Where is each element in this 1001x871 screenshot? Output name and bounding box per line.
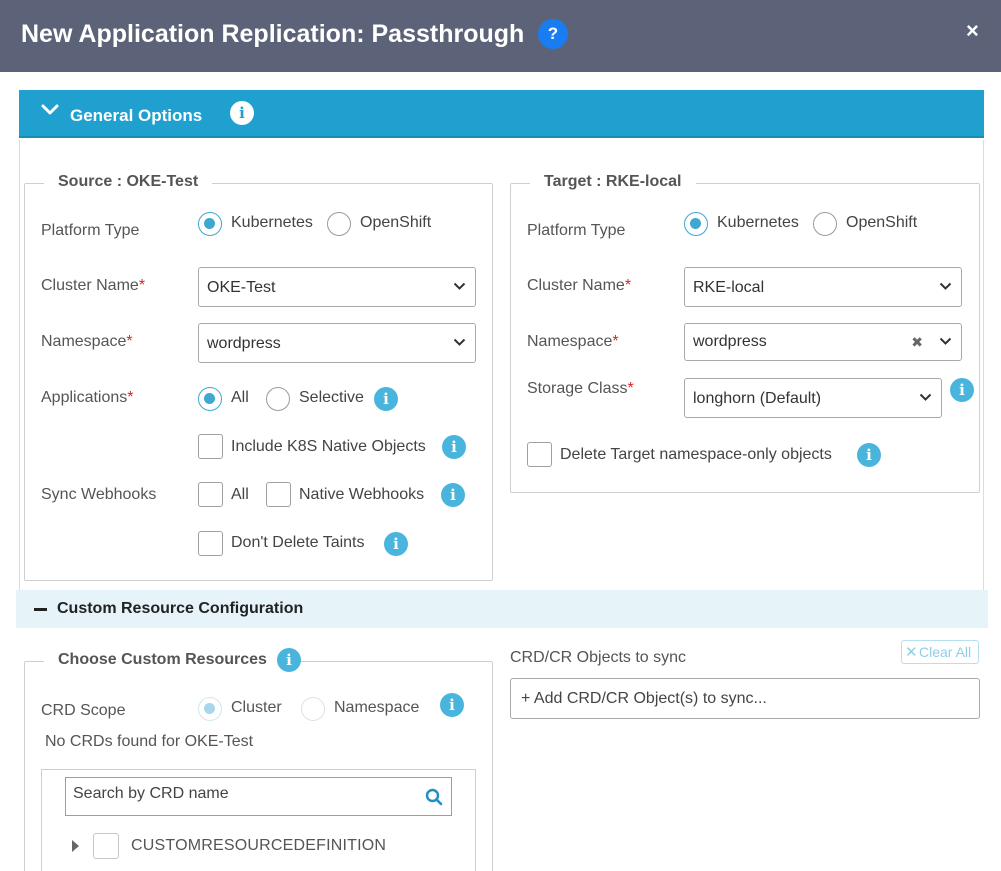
- applications-selective-label: Selective: [299, 389, 364, 406]
- close-icon[interactable]: ×: [966, 18, 979, 44]
- storage-class-label: Storage Class*: [527, 380, 634, 397]
- search-icon[interactable]: [425, 788, 443, 806]
- dont-delete-taints-checkbox[interactable]: [198, 531, 223, 556]
- chevron-down-icon: [41, 104, 59, 115]
- tree-item-checkbox[interactable]: [93, 833, 119, 859]
- source-cluster-name-label: Cluster Name*: [41, 277, 146, 294]
- crd-scope-cluster-label: Cluster: [231, 699, 282, 716]
- info-icon[interactable]: i: [440, 693, 464, 717]
- source-cluster-name-value: OKE-Test: [207, 279, 276, 296]
- source-applications-label: Applications*: [41, 389, 134, 406]
- chevron-down-icon: [453, 282, 466, 290]
- source-namespace-value: wordpress: [207, 335, 281, 352]
- general-options-title: General Options: [70, 106, 203, 125]
- info-icon[interactable]: i: [857, 443, 881, 467]
- storage-class-select[interactable]: longhorn (Default): [684, 378, 942, 418]
- target-platform-kubernetes-radio[interactable]: [684, 212, 708, 236]
- chevron-down-icon: [939, 337, 952, 345]
- source-platform-type-label: Platform Type: [41, 222, 140, 239]
- info-icon[interactable]: i: [277, 648, 301, 672]
- target-platform-type-label: Platform Type: [527, 222, 626, 239]
- target-namespace-select[interactable]: wordpress ✖: [684, 323, 962, 361]
- dialog-title: New Application Replication: Passthrough: [21, 20, 525, 48]
- crd-scope-label: CRD Scope: [41, 702, 126, 719]
- info-icon[interactable]: i: [374, 387, 398, 411]
- no-crds-message: No CRDs found for OKE-Test: [45, 733, 254, 750]
- crd-search-input[interactable]: Search by CRD name: [65, 777, 452, 816]
- help-icon[interactable]: ?: [538, 19, 568, 49]
- sync-webhooks-all-checkbox[interactable]: [198, 482, 223, 507]
- chevron-down-icon: [939, 282, 952, 290]
- crd-search-placeholder: Search by CRD name: [73, 785, 229, 802]
- sync-webhooks-all-label: All: [231, 486, 249, 503]
- target-cluster-name-select[interactable]: RKE-local: [684, 267, 962, 307]
- clear-selection-icon[interactable]: ✖: [911, 334, 923, 351]
- storage-class-value: longhorn (Default): [693, 390, 822, 407]
- choose-custom-resources-legend: Choose Custom Resources: [44, 651, 281, 669]
- target-cluster-name-label: Cluster Name*: [527, 277, 632, 294]
- source-platform-kubernetes-label: Kubernetes: [231, 214, 313, 231]
- target-namespace-value: wordpress: [693, 333, 767, 350]
- target-legend: Target : RKE-local: [530, 173, 696, 191]
- sync-webhooks-label: Sync Webhooks: [41, 486, 157, 503]
- info-icon[interactable]: i: [384, 532, 408, 556]
- crd-scope-cluster-radio[interactable]: [198, 697, 222, 721]
- native-webhooks-checkbox[interactable]: [266, 482, 291, 507]
- crd-scope-namespace-radio[interactable]: [301, 697, 325, 721]
- chevron-down-icon: [919, 393, 932, 401]
- dont-delete-taints-label: Don't Delete Taints: [231, 534, 365, 551]
- add-crd-objects-input[interactable]: + Add CRD/CR Object(s) to sync...: [510, 678, 980, 719]
- info-icon[interactable]: i: [950, 378, 974, 402]
- minus-icon: [34, 608, 47, 611]
- delete-target-namespace-only-label: Delete Target namespace-only objects: [560, 446, 832, 463]
- caret-right-icon[interactable]: [72, 840, 79, 852]
- applications-all-radio[interactable]: [198, 387, 222, 411]
- include-native-objects-label: Include K8S Native Objects: [231, 438, 426, 455]
- info-icon[interactable]: i: [442, 435, 466, 459]
- include-native-objects-checkbox[interactable]: [198, 434, 223, 459]
- custom-resource-config-header[interactable]: Custom Resource Configuration: [16, 590, 988, 628]
- source-platform-kubernetes-radio[interactable]: [198, 212, 222, 236]
- crd-objects-to-sync-label: CRD/CR Objects to sync: [510, 649, 687, 666]
- target-platform-kubernetes-label: Kubernetes: [717, 214, 799, 231]
- source-namespace-label: Namespace*: [41, 333, 133, 350]
- info-icon[interactable]: i: [230, 101, 254, 125]
- target-cluster-name-value: RKE-local: [693, 279, 765, 296]
- dialog-titlebar: New Application Replication: Passthrough…: [0, 0, 1001, 72]
- close-icon: ✕: [905, 644, 918, 661]
- native-webhooks-label: Native Webhooks: [299, 486, 425, 503]
- crd-scope-namespace-label: Namespace: [334, 699, 420, 716]
- source-namespace-select[interactable]: wordpress: [198, 323, 476, 363]
- source-legend: Source : OKE-Test: [44, 173, 213, 191]
- source-cluster-name-select[interactable]: OKE-Test: [198, 267, 476, 307]
- info-icon[interactable]: i: [441, 483, 465, 507]
- clear-all-label: Clear All: [919, 644, 972, 660]
- source-platform-openshift-label: OpenShift: [360, 214, 432, 231]
- add-crd-objects-placeholder: + Add CRD/CR Object(s) to sync...: [521, 690, 767, 707]
- chevron-down-icon: [453, 338, 466, 346]
- applications-selective-radio[interactable]: [266, 387, 290, 411]
- target-platform-openshift-label: OpenShift: [846, 214, 918, 231]
- custom-resource-config-title: Custom Resource Configuration: [57, 600, 304, 617]
- target-namespace-label: Namespace*: [527, 333, 619, 350]
- applications-all-label: All: [231, 389, 249, 406]
- source-fieldset: Source : OKE-Test: [24, 173, 493, 581]
- general-options-header[interactable]: General Options i: [19, 90, 984, 138]
- clear-all-button[interactable]: ✕ Clear All: [901, 640, 979, 664]
- tree-item-label: CUSTOMRESOURCEDEFINITION: [131, 837, 387, 854]
- source-platform-openshift-radio[interactable]: [327, 212, 351, 236]
- delete-target-namespace-only-checkbox[interactable]: [527, 442, 552, 467]
- target-platform-openshift-radio[interactable]: [813, 212, 837, 236]
